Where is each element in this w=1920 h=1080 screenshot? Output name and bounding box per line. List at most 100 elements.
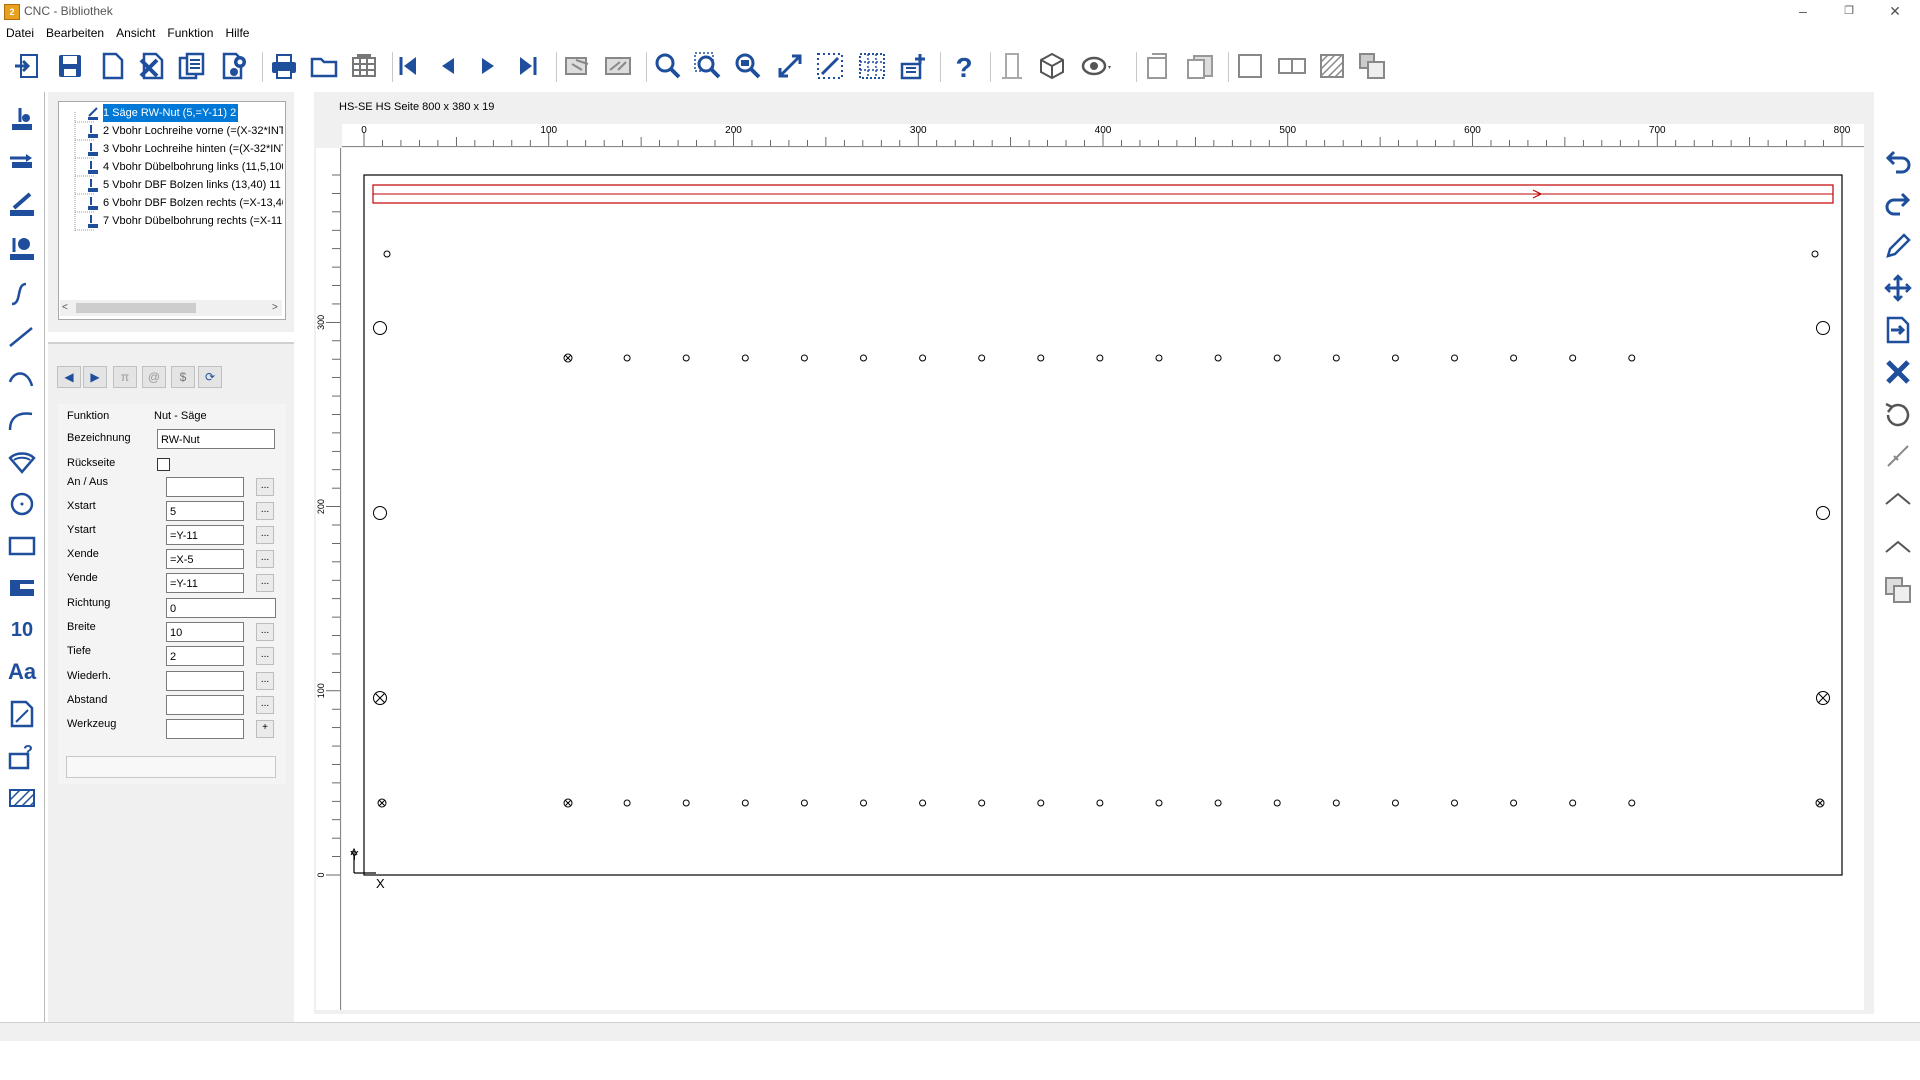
tree-item[interactable]: 2 Vbohr Lochreihe vorne (=(X-32*INT( [103, 122, 283, 140]
arc-icon[interactable] [6, 362, 38, 394]
pocket-icon[interactable] [6, 446, 38, 478]
refresh-button[interactable]: ⟳ [198, 366, 222, 388]
delete-icon[interactable] [136, 50, 168, 82]
pencil-icon[interactable] [1882, 230, 1914, 262]
macro-icon[interactable]: ? [6, 740, 38, 772]
drill-vertical-icon[interactable] [6, 104, 38, 136]
breite-more-button[interactable]: ... [256, 623, 274, 641]
select-icon[interactable] [774, 50, 806, 82]
bezeichnung-input[interactable]: RW-Nut [157, 429, 275, 449]
copy-icon[interactable] [176, 50, 208, 82]
tiefe-more-button[interactable]: ... [256, 647, 274, 665]
wiederh-input[interactable] [166, 671, 244, 691]
grid-icon[interactable] [856, 50, 888, 82]
rotate-icon[interactable] [1882, 398, 1914, 430]
redo-icon[interactable] [1882, 188, 1914, 220]
minimize-button[interactable]: – [1780, 0, 1826, 22]
breite-input[interactable]: 10 [166, 622, 244, 642]
chevron-up-icon[interactable] [1882, 482, 1914, 514]
part-front-icon[interactable] [1142, 50, 1174, 82]
prev-operation-button[interactable]: ◀ [57, 366, 81, 388]
line-icon[interactable] [6, 320, 38, 352]
milling-icon[interactable] [6, 572, 38, 604]
curve-icon[interactable] [6, 278, 38, 310]
richtung-input[interactable]: 0 [166, 598, 276, 618]
new-document-icon[interactable] [96, 50, 128, 82]
hatch-icon[interactable] [1316, 50, 1348, 82]
move-icon[interactable] [1882, 272, 1914, 304]
previous-icon[interactable] [432, 50, 464, 82]
ystart-more-button[interactable]: ... [256, 526, 274, 544]
rectangle-icon[interactable] [6, 530, 38, 562]
rueckseite-checkbox[interactable] [157, 458, 170, 471]
print-icon[interactable] [268, 50, 300, 82]
export-icon[interactable] [1882, 314, 1914, 346]
scroll-right-icon[interactable]: > [272, 302, 278, 313]
open-folder-icon[interactable] [308, 50, 340, 82]
document-icon[interactable] [6, 698, 38, 730]
insert-icon[interactable] [898, 50, 930, 82]
menu-hilfe[interactable]: Hilfe [219, 24, 255, 42]
single-view-icon[interactable] [1234, 50, 1266, 82]
next-operation-button[interactable]: ▶ [83, 366, 107, 388]
an-aus-input[interactable] [166, 477, 244, 497]
yende-more-button[interactable]: ... [256, 574, 274, 592]
text-icon[interactable]: Aa [6, 656, 38, 688]
undo-icon[interactable] [1882, 146, 1914, 178]
menu-bearbeiten[interactable]: Bearbeiten [40, 24, 110, 42]
tree-item[interactable]: 7 Vbohr Dübelbohrung rechts (=X-11,5 [103, 212, 283, 230]
hatch-area-icon[interactable] [6, 782, 38, 814]
part-side-icon[interactable] [1184, 50, 1216, 82]
settings-icon[interactable] [218, 50, 250, 82]
tiefe-input[interactable]: 2 [166, 646, 244, 666]
save-icon[interactable] [54, 50, 86, 82]
pi-button[interactable]: π [113, 366, 137, 388]
abstand-more-button[interactable]: ... [256, 696, 274, 714]
layout-icon[interactable] [1356, 50, 1388, 82]
scroll-thumb[interactable] [76, 303, 196, 313]
zoom-all-icon[interactable] [732, 50, 764, 82]
wiederh-more-button[interactable]: ... [256, 672, 274, 690]
werkzeug-add-button[interactable]: + [256, 720, 274, 738]
arc2-icon[interactable] [6, 404, 38, 436]
saw-icon[interactable] [6, 188, 38, 220]
mirror2-icon[interactable] [602, 50, 634, 82]
xstart-more-button[interactable]: ... [256, 502, 274, 520]
yende-input[interactable]: =Y-11 [166, 573, 244, 593]
abstand-input[interactable] [166, 695, 244, 715]
zoom-window-icon[interactable] [692, 50, 724, 82]
close-button[interactable]: ✕ [1872, 0, 1918, 22]
table-icon[interactable] [348, 50, 380, 82]
last-icon[interactable] [512, 50, 544, 82]
tree-item[interactable]: 1 Säge RW-Nut (5,=Y-11) 2 [101, 103, 240, 123]
restore-button[interactable]: ❐ [1826, 0, 1872, 22]
werkzeug-input[interactable] [166, 719, 244, 739]
xstart-input[interactable]: 5 [166, 501, 244, 521]
drawing-canvas[interactable]: Y X [342, 148, 1864, 1010]
drill-horizontal-icon[interactable] [6, 146, 38, 178]
xende-more-button[interactable]: ... [256, 550, 274, 568]
circle-icon[interactable] [6, 488, 38, 520]
cut-icon[interactable] [1882, 356, 1914, 388]
tree-item[interactable]: 3 Vbohr Lochreihe hinten (=(X-32*INT( [103, 140, 283, 158]
zoom-icon[interactable] [652, 50, 684, 82]
dual-view-icon[interactable] [1276, 50, 1308, 82]
panel-icon[interactable] [996, 50, 1028, 82]
first-icon[interactable] [392, 50, 424, 82]
stack-icon[interactable] [1882, 574, 1914, 606]
chevron-up-2-icon[interactable] [1882, 530, 1914, 562]
an-aus-more-button[interactable]: ... [256, 478, 274, 496]
line-tool-icon[interactable] [1882, 440, 1914, 472]
view-icon[interactable] [1080, 50, 1112, 82]
drill-group-icon[interactable] [6, 232, 38, 264]
tree-horizontal-scrollbar[interactable]: < > [60, 300, 282, 316]
menu-funktion[interactable]: Funktion [161, 24, 219, 42]
xende-input[interactable]: =X-5 [166, 549, 244, 569]
import-icon[interactable] [12, 50, 44, 82]
at-button[interactable]: @ [142, 366, 166, 388]
dimension-icon[interactable]: 10 [6, 614, 38, 646]
menu-datei[interactable]: Datei [0, 24, 40, 42]
menu-ansicht[interactable]: Ansicht [110, 24, 161, 42]
ystart-input[interactable]: =Y-11 [166, 525, 244, 545]
cube-icon[interactable] [1036, 50, 1068, 82]
